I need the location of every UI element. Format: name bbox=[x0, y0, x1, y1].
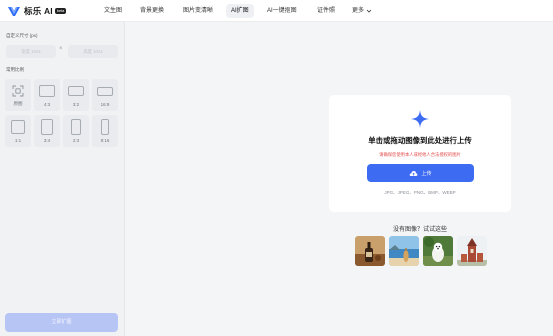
ratio-option-3-4[interactable]: 3:4 bbox=[34, 115, 60, 147]
nav-item-ai-cutout[interactable]: AI一键抠图 bbox=[262, 4, 302, 18]
sample-image-beach[interactable] bbox=[389, 236, 419, 266]
sample-beach-image bbox=[389, 236, 419, 266]
sample-image-tower[interactable] bbox=[457, 236, 487, 266]
upload-title: 单击或拖动图像到此处进行上传 bbox=[368, 136, 472, 145]
ratio-option-2-3[interactable]: 2:3 bbox=[63, 115, 89, 147]
ratio-3-4-icon bbox=[41, 119, 53, 135]
custom-size-label: 自定义尺寸 (px) bbox=[6, 33, 38, 38]
ratio-4-3-icon bbox=[39, 85, 55, 97]
sample-dog-image bbox=[423, 236, 453, 266]
ratio-label: 9:16 bbox=[100, 138, 110, 143]
supported-formats: JPG、JPEG、PNG、BMP、WEBP bbox=[384, 190, 456, 195]
width-input[interactable]: 宽度 1024 bbox=[6, 45, 56, 58]
nav-item-text-to-image[interactable]: 文生图 bbox=[99, 4, 127, 18]
ratio-label: 3:2 bbox=[72, 102, 80, 107]
nav-item-image-enhance[interactable]: 图片变清晰 bbox=[178, 4, 218, 18]
ratio-16-9-icon bbox=[97, 87, 113, 96]
sample-bottle-image bbox=[355, 236, 385, 266]
chevron-down-icon bbox=[366, 9, 372, 13]
expand-now-button[interactable]: 立即扩图 bbox=[5, 313, 118, 332]
focus-frame-icon bbox=[12, 85, 24, 97]
upload-button[interactable]: 上传 bbox=[367, 164, 474, 182]
ratio-9-16-icon bbox=[101, 119, 109, 135]
ratio-option-3-2[interactable]: 3:2 bbox=[63, 79, 89, 111]
common-ratio-label: 常用比例 bbox=[6, 67, 24, 72]
ratio-label: 3:4 bbox=[43, 138, 51, 143]
cloud-upload-icon bbox=[410, 170, 418, 176]
ratio-label: 1:1 bbox=[14, 138, 22, 143]
samples-title: 没有图像？试试这些 bbox=[392, 227, 447, 233]
ratio-option-9-16[interactable]: 9:16 bbox=[92, 115, 118, 147]
ratio-option-16-9[interactable]: 16:9 bbox=[92, 79, 118, 111]
size-separator: × bbox=[59, 46, 63, 52]
ratio-1-1-icon bbox=[11, 120, 25, 134]
brand-name: 标乐 AI bbox=[24, 6, 53, 16]
brand-badge: beta bbox=[54, 8, 67, 14]
ratio-option-1-1[interactable]: 1:1 bbox=[5, 115, 31, 147]
upload-warning: 请确保您使用本人或经他人合法授权的图片 bbox=[379, 152, 461, 157]
ratio-2-3-icon bbox=[71, 119, 81, 135]
ratio-label: 4:3 bbox=[43, 102, 51, 107]
sample-image-bottle[interactable] bbox=[355, 236, 385, 266]
ratio-option-4-3[interactable]: 4:3 bbox=[34, 79, 60, 111]
ratio-3-2-icon bbox=[68, 86, 84, 96]
ratio-label: 2:3 bbox=[72, 138, 80, 143]
brand-logo[interactable]: 标乐 AI beta bbox=[7, 4, 67, 18]
nav-item-background-replace[interactable]: 背景更换 bbox=[135, 4, 169, 18]
ratio-label: 16:9 bbox=[100, 102, 110, 107]
height-input[interactable]: 高度 1024 bbox=[68, 45, 118, 58]
upload-button-label: 上传 bbox=[421, 170, 432, 177]
nav-more-label: 更多 bbox=[352, 8, 365, 14]
nav-more-menu[interactable]: 更多 bbox=[347, 4, 377, 18]
upload-dropzone[interactable]: 单击或拖动图像到此处进行上传 请确保您使用本人或经他人合法授权的图片 上传 JP… bbox=[329, 95, 511, 212]
top-navigation-bar: 标乐 AI beta 文生图 背景更换 图片变清晰 AI扩图 AI一键抠图 证件… bbox=[0, 0, 553, 22]
nav-item-ai-expand[interactable]: AI扩图 bbox=[226, 4, 254, 18]
sample-tower-image bbox=[457, 236, 487, 266]
sample-image-dog[interactable] bbox=[423, 236, 453, 266]
nav-item-id-photo[interactable]: 证件照 bbox=[312, 4, 340, 18]
ratio-label: 原图 bbox=[13, 101, 23, 106]
ratio-option-original[interactable]: 原图 bbox=[5, 79, 31, 111]
brand-logo-icon bbox=[8, 6, 20, 16]
sparkle-plus-icon bbox=[411, 110, 429, 128]
